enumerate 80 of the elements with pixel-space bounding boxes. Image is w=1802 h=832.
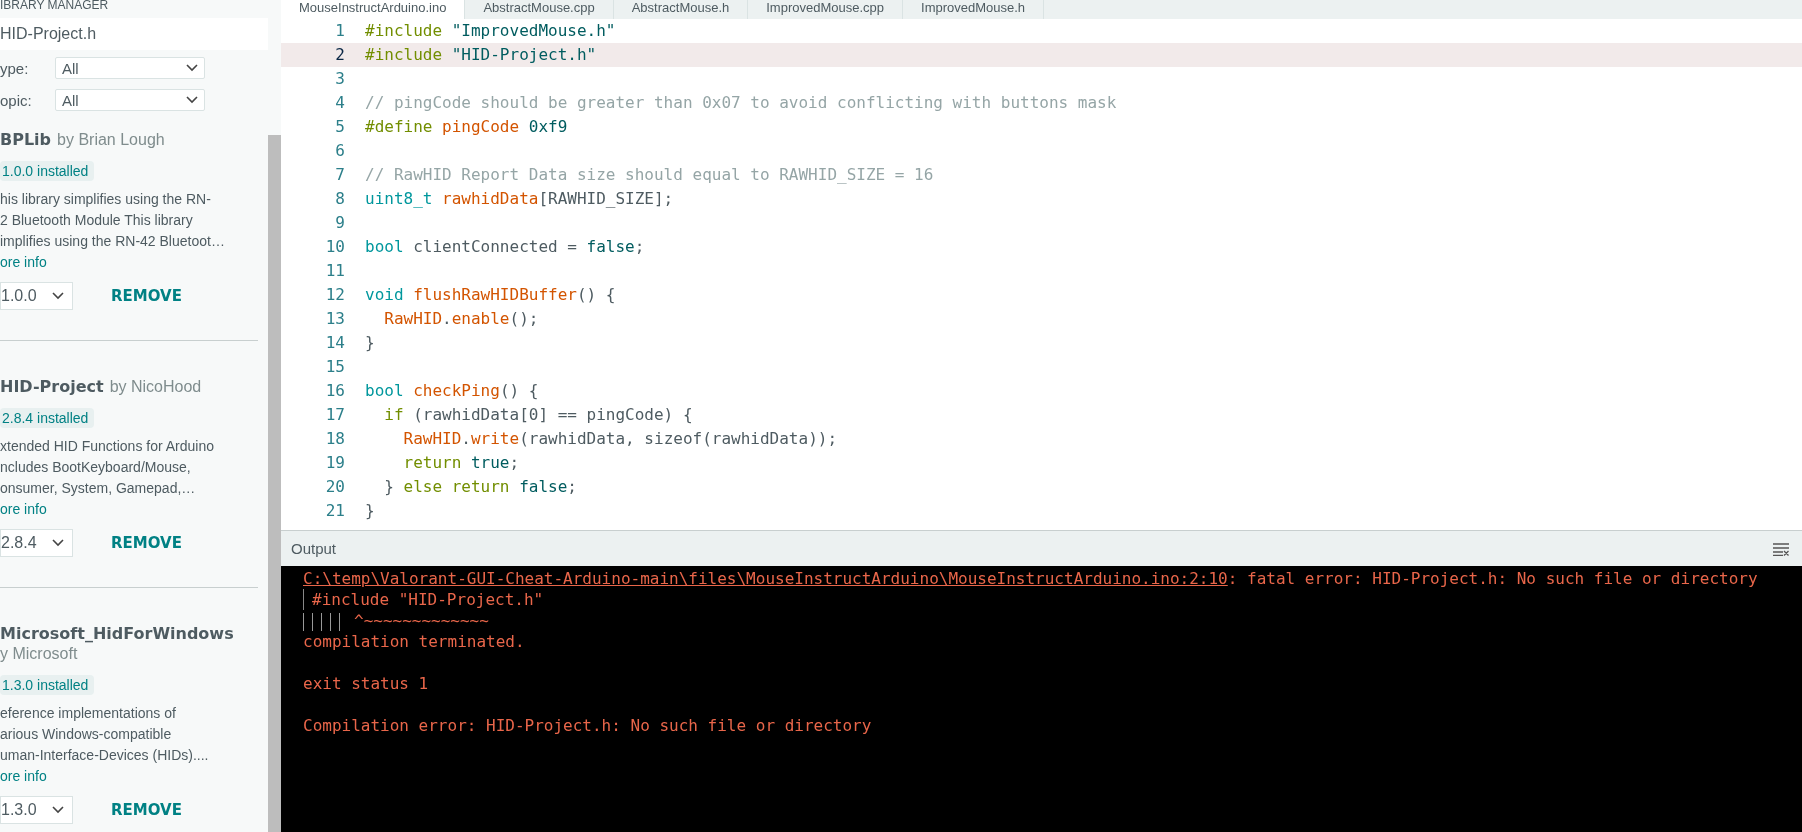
- code-line: } else return false;: [383, 476, 577, 498]
- line-number: 11: [324, 260, 346, 282]
- line-number: 13: [324, 308, 346, 330]
- line-number: 17: [324, 404, 346, 426]
- line-number: 12: [324, 284, 346, 306]
- output-line: C:\temp\Valorant-GUI-Cheat-Arduino-main\files\MouseInstructArduino\MouseInstructArduino.ino:2:10: fatal error: HID-Project.h: No such file or directory: [303, 568, 1759, 589]
- line-number: 15: [324, 356, 346, 378]
- library-name: BPLib: [0, 130, 52, 150]
- file-tab[interactable]: MouseInstructArduino.ino: [281, 0, 466, 19]
- installed-badge: 1.3.0 installed: [0, 675, 95, 695]
- code-line: #include "ImprovedMouse.h": [365, 20, 616, 42]
- chevron-down-icon: [52, 292, 64, 300]
- line-number: 8: [334, 188, 346, 210]
- library-description: eference implementations of arious Windows-compatible uman-Interface-Devices (HIDs)....: [0, 704, 210, 765]
- remove-button[interactable]: REMOVE: [111, 530, 182, 556]
- panel-title: Output: [291, 540, 337, 557]
- library-description: xtended HID Functions for Arduino ncludes BootKeyboard/Mouse, onsumer, System, Gamepad,…: [0, 437, 215, 498]
- library-author: y Microsoft: [0, 644, 78, 664]
- filter-label: ype:: [0, 59, 30, 77]
- code-line: bool checkPing() {: [365, 380, 539, 402]
- library-name: HID-Project: [0, 377, 104, 397]
- library-author: by NicoHood: [109, 377, 202, 397]
- line-number: 21: [324, 500, 346, 522]
- code-line: void flushRawHIDBuffer() {: [365, 284, 616, 306]
- version-dropdown[interactable]: 2.8.4: [0, 529, 73, 557]
- library-description: his library simplifies using the RN- 2 Bluetooth Module This library implifies using the RN-42 Bluetoot…: [0, 190, 226, 251]
- code-line: bool clientConnected = false;: [365, 236, 645, 258]
- code-line: // pingCode should be greater than 0x07 to avoid conflicting with buttons mask: [365, 92, 1117, 114]
- code-line: }: [365, 500, 375, 522]
- code-line: return true;: [402, 452, 520, 474]
- code-line: if (rawhidData[0] == pingCode) {: [383, 404, 693, 426]
- line-number: 20: [324, 476, 346, 498]
- line-number: 1: [334, 20, 346, 42]
- filter-dropdown[interactable]: All: [55, 57, 205, 79]
- library-name: Microsoft_HidForWindows: [0, 624, 234, 644]
- line-number: 5: [334, 116, 346, 138]
- line-number: 10: [324, 236, 346, 258]
- code-line: }: [365, 332, 375, 354]
- line-number: 7: [334, 164, 346, 186]
- remove-button[interactable]: REMOVE: [111, 283, 182, 309]
- line-number: 16: [324, 380, 346, 402]
- line-number: 19: [324, 452, 346, 474]
- output-line: #include "HID-Project.h": [312, 590, 544, 609]
- code-line: #define pingCode 0xf9: [365, 116, 568, 138]
- code-line: uint8_t rawhidData[RAWHID_SIZE];: [365, 188, 674, 210]
- line-number: 14: [324, 332, 346, 354]
- filter-dropdown[interactable]: All: [55, 89, 205, 111]
- version-dropdown[interactable]: 1.3.0: [0, 796, 73, 824]
- code-line: #include "HID-Project.h": [365, 44, 597, 66]
- remove-button[interactable]: REMOVE: [111, 797, 182, 823]
- panel-title: IBRARY MANAGER: [0, 0, 110, 14]
- output-line: compilation terminated.: [303, 631, 526, 652]
- clear-output-icon[interactable]: [1772, 541, 1790, 556]
- chevron-down-icon: [186, 64, 198, 72]
- line-number: 4: [334, 92, 346, 114]
- code-line: RawHID.write(rawhidData, sizeof(rawhidData));: [402, 428, 838, 450]
- output-line: Compilation error: HID-Project.h: No such file or directory: [303, 715, 873, 736]
- output-line: ^~~~~~~~~~~~~~: [354, 611, 489, 630]
- line-number: 3: [334, 68, 346, 90]
- line-number: 9: [334, 212, 346, 234]
- more-info-link[interactable]: ore info: [0, 499, 258, 519]
- chevron-down-icon: [186, 96, 198, 104]
- search-field[interactable]: HID-Project.h: [0, 18, 268, 50]
- file-link[interactable]: C:\temp\Valorant-GUI-Cheat-Arduino-main\files\MouseInstructArduino\MouseInstructArduino.ino:2:10: [303, 569, 1228, 588]
- version-dropdown[interactable]: 1.0.0: [0, 282, 73, 310]
- installed-badge: 2.8.4 installed: [0, 408, 95, 428]
- more-info-link[interactable]: ore info: [0, 252, 258, 272]
- output-line: exit status 1: [303, 673, 430, 694]
- installed-badge: 1.0.0 installed: [0, 161, 95, 181]
- library-author: by Brian Lough: [57, 130, 165, 150]
- code-line: // RawHID Report Data size should equal to RAWHID_SIZE = 16: [365, 164, 934, 186]
- code-line: RawHID.enable();: [383, 308, 539, 330]
- scrollbar-thumb[interactable]: [268, 135, 281, 832]
- more-info-link[interactable]: ore info: [0, 766, 268, 786]
- line-number: 18: [324, 428, 346, 450]
- filter-label: opic:: [0, 91, 33, 109]
- chevron-down-icon: [52, 806, 64, 814]
- line-number: 6: [334, 140, 346, 162]
- chevron-down-icon: [52, 539, 64, 547]
- line-number: 2: [334, 44, 346, 66]
